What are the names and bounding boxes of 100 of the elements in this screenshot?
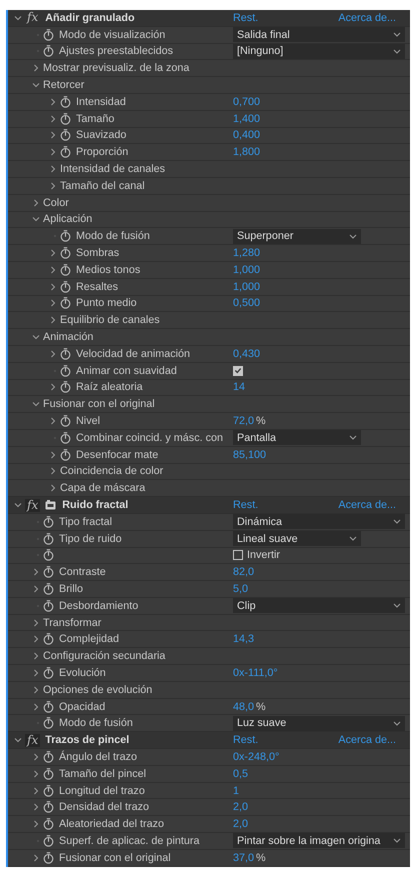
fx-toggle[interactable]: fx: [25, 734, 40, 747]
chevron-down-icon[interactable]: [14, 14, 22, 22]
chevron-right-icon[interactable]: [32, 686, 40, 694]
property-value[interactable]: 1,400: [233, 112, 260, 125]
stopwatch-icon[interactable]: [43, 600, 54, 612]
stopwatch-icon[interactable]: [60, 432, 71, 444]
property-value[interactable]: 0,500: [233, 297, 260, 310]
about-link[interactable]: Acerca de...: [338, 499, 396, 511]
property-value[interactable]: 1,000: [233, 280, 260, 293]
fx-toggle[interactable]: fx: [25, 498, 40, 512]
stopwatch-icon[interactable]: [60, 415, 71, 428]
stopwatch-icon[interactable]: [43, 28, 54, 41]
stopwatch-icon[interactable]: [43, 700, 54, 713]
about-link[interactable]: Acerca de...: [338, 12, 396, 24]
chevron-right-icon[interactable]: [32, 702, 40, 711]
fx-toggle[interactable]: fx: [25, 11, 40, 24]
stopwatch-icon[interactable]: [43, 818, 54, 830]
chevron-right-icon[interactable]: [49, 350, 57, 358]
stopwatch-icon[interactable]: [60, 348, 71, 360]
stopwatch-icon[interactable]: [43, 566, 54, 578]
stopwatch-icon[interactable]: [60, 96, 71, 108]
chevron-right-icon[interactable]: [49, 450, 57, 459]
chevron-right-icon[interactable]: [32, 854, 40, 862]
property-value[interactable]: 0,700: [233, 96, 260, 108]
dropdown[interactable]: Salida final: [233, 27, 405, 42]
stopwatch-icon[interactable]: [60, 297, 71, 310]
dropdown[interactable]: Dinámica: [233, 514, 405, 530]
reset-link[interactable]: Rest.: [233, 734, 258, 746]
stopwatch-icon[interactable]: [43, 532, 54, 545]
chevron-right-icon[interactable]: [32, 652, 40, 660]
chevron-right-icon[interactable]: [32, 198, 40, 207]
chevron-right-icon[interactable]: [49, 417, 57, 426]
chevron-right-icon[interactable]: [32, 635, 40, 644]
stopwatch-icon[interactable]: [43, 852, 54, 864]
property-value[interactable]: 0,400: [233, 129, 260, 142]
stopwatch-icon[interactable]: [43, 834, 54, 847]
stopwatch-icon[interactable]: [60, 247, 71, 260]
stopwatch-icon[interactable]: [60, 381, 71, 394]
property-value[interactable]: 0x-111,0°: [233, 666, 278, 679]
property-value[interactable]: 1: [233, 784, 240, 797]
dropdown[interactable]: Pantalla: [233, 430, 361, 446]
property-value[interactable]: 2,0: [233, 818, 248, 830]
checkbox[interactable]: [233, 550, 243, 560]
stopwatch-icon[interactable]: [60, 112, 71, 125]
dropdown[interactable]: [Ninguno]: [233, 44, 405, 59]
stopwatch-icon[interactable]: [60, 230, 71, 242]
property-value[interactable]: 72,0: [233, 415, 254, 428]
property-value[interactable]: 85,100: [233, 448, 266, 461]
stopwatch-icon[interactable]: [43, 45, 54, 58]
property-value[interactable]: 2,0: [233, 801, 248, 814]
dropdown[interactable]: Superponer: [233, 228, 361, 244]
chevron-right-icon[interactable]: [32, 618, 40, 627]
chevron-down-icon[interactable]: [32, 400, 40, 408]
stopwatch-icon[interactable]: [43, 582, 54, 595]
stopwatch-icon[interactable]: [60, 146, 71, 158]
chevron-down-icon[interactable]: [32, 333, 40, 342]
stopwatch-icon[interactable]: [60, 264, 71, 276]
stopwatch-icon[interactable]: [43, 633, 54, 646]
property-value[interactable]: 82,0: [233, 566, 254, 578]
stopwatch-icon[interactable]: [43, 784, 54, 797]
stopwatch-icon[interactable]: [43, 516, 54, 528]
chevron-right-icon[interactable]: [49, 484, 57, 492]
chevron-down-icon[interactable]: [14, 501, 22, 509]
stopwatch-icon[interactable]: [43, 549, 54, 562]
stopwatch-icon[interactable]: [43, 750, 54, 763]
checkbox[interactable]: [233, 366, 243, 376]
stopwatch-icon[interactable]: [60, 364, 71, 377]
chevron-right-icon[interactable]: [49, 182, 57, 190]
chevron-down-icon[interactable]: [32, 81, 40, 90]
chevron-right-icon[interactable]: [49, 316, 57, 324]
chevron-right-icon[interactable]: [49, 165, 57, 174]
reset-link[interactable]: Rest.: [233, 12, 258, 24]
property-value[interactable]: 0,430: [233, 348, 260, 360]
chevron-right-icon[interactable]: [49, 383, 57, 392]
dropdown[interactable]: Lineal suave: [233, 531, 361, 546]
about-link[interactable]: Acerca de...: [338, 734, 396, 746]
stopwatch-icon[interactable]: [43, 666, 54, 679]
property-value[interactable]: 1,000: [233, 264, 260, 276]
property-value[interactable]: 48,0: [233, 700, 254, 713]
stopwatch-icon[interactable]: [60, 448, 71, 461]
dropdown[interactable]: Clip: [233, 598, 405, 614]
chevron-right-icon[interactable]: [32, 64, 40, 72]
property-value[interactable]: 14: [233, 381, 246, 394]
dropdown[interactable]: Luz suave: [233, 716, 405, 731]
property-value[interactable]: 1,800: [233, 146, 260, 158]
property-value[interactable]: 37,0: [233, 852, 254, 864]
stopwatch-icon[interactable]: [60, 129, 71, 142]
stopwatch-icon[interactable]: [43, 717, 54, 730]
chevron-right-icon[interactable]: [32, 668, 40, 677]
chevron-down-icon[interactable]: [14, 736, 22, 744]
property-value[interactable]: 5,0: [233, 582, 248, 595]
property-value[interactable]: 0x-248,0°: [233, 750, 280, 763]
property-value[interactable]: 1,280: [233, 247, 260, 260]
chevron-right-icon[interactable]: [49, 467, 57, 476]
chevron-down-icon[interactable]: [32, 215, 40, 224]
dropdown[interactable]: Pintar sobre la imagen origina: [233, 833, 405, 848]
reset-link[interactable]: Rest.: [233, 499, 258, 511]
stopwatch-icon[interactable]: [43, 768, 54, 780]
property-value[interactable]: 14,3: [233, 633, 254, 646]
stopwatch-icon[interactable]: [60, 280, 71, 293]
